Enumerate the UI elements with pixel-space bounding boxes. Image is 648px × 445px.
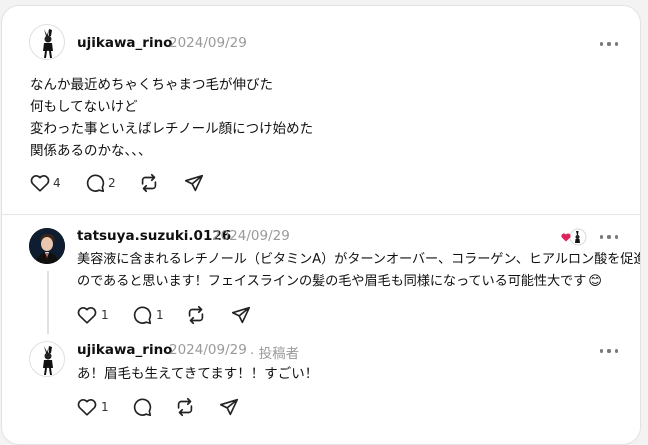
heart-icon[interactable] [76, 304, 98, 326]
repost-icon[interactable] [174, 396, 196, 418]
comment-icon[interactable] [84, 172, 106, 194]
heart-icon[interactable] [76, 396, 98, 418]
reply-count: 1 [156, 308, 164, 322]
repost-icon[interactable] [138, 172, 160, 194]
thread-line [47, 271, 49, 334]
divider [2, 214, 640, 215]
author-badge: · 投稿者 [250, 346, 300, 362]
avatar[interactable] [29, 228, 65, 264]
reply-text-line-content: のであると思います！フェイスラインの髪の毛や眉毛も同様になっている可能性大です [77, 274, 587, 289]
reply-text-line: 美容液に含まれるレチノール（ビタミンA）がターンオーバー、コラーゲン、ヒアルロン… [77, 252, 641, 267]
more-options-icon[interactable] [600, 40, 618, 48]
bunny-avatar-image [43, 346, 53, 375]
like-count: 1 [101, 400, 109, 414]
reply-date: 2024/09/29 [212, 228, 290, 244]
more-options-icon[interactable] [600, 347, 618, 355]
person-avatar-image [29, 228, 65, 264]
heart-icon[interactable] [29, 172, 51, 194]
repost-icon[interactable] [185, 304, 207, 326]
reply-username[interactable]: ujikawa_rino [77, 342, 172, 358]
author-liked-badge [559, 227, 587, 247]
post-text-line: 変わった事といえばレチノール顔につけ始めた [30, 121, 314, 137]
reply-username[interactable]: tatsuya.suzuki.0126 [77, 228, 231, 244]
smiling-emoji: 😊 [588, 274, 602, 289]
thread-card: ujikawa_rino 2024/09/29 なんか最近めちゃくちゃまつ毛が伸… [1, 5, 641, 445]
reply-count: 2 [108, 176, 116, 190]
post-text-line: 関係あるのかな、、、 [30, 143, 152, 159]
post-text-line: 何もしてないけど [30, 99, 138, 115]
share-icon[interactable] [183, 172, 205, 194]
share-icon[interactable] [230, 304, 252, 326]
post-text-line: なんか最近めちゃくちゃまつ毛が伸びた [30, 77, 273, 93]
like-count: 1 [101, 308, 109, 322]
red-heart-icon [561, 233, 571, 242]
share-icon[interactable] [218, 396, 240, 418]
bunny-avatar-image [43, 29, 53, 58]
more-options-icon[interactable] [600, 233, 618, 241]
reply-date: 2024/09/29 [169, 342, 247, 358]
reply-text-line: あ！眉毛も生えてきてます！！すごい！ [77, 366, 319, 382]
avatar[interactable] [29, 24, 65, 60]
comment-icon[interactable] [131, 304, 153, 326]
comment-icon[interactable] [131, 396, 153, 418]
reply-text-line: のであると思います！フェイスラインの髪の毛や眉毛も同様になっている可能性大です 😊 [77, 271, 602, 293]
post-username[interactable]: ujikawa_rino [77, 35, 172, 51]
avatar[interactable] [29, 341, 65, 377]
post-date: 2024/09/29 [169, 35, 247, 51]
like-count: 4 [53, 176, 61, 190]
